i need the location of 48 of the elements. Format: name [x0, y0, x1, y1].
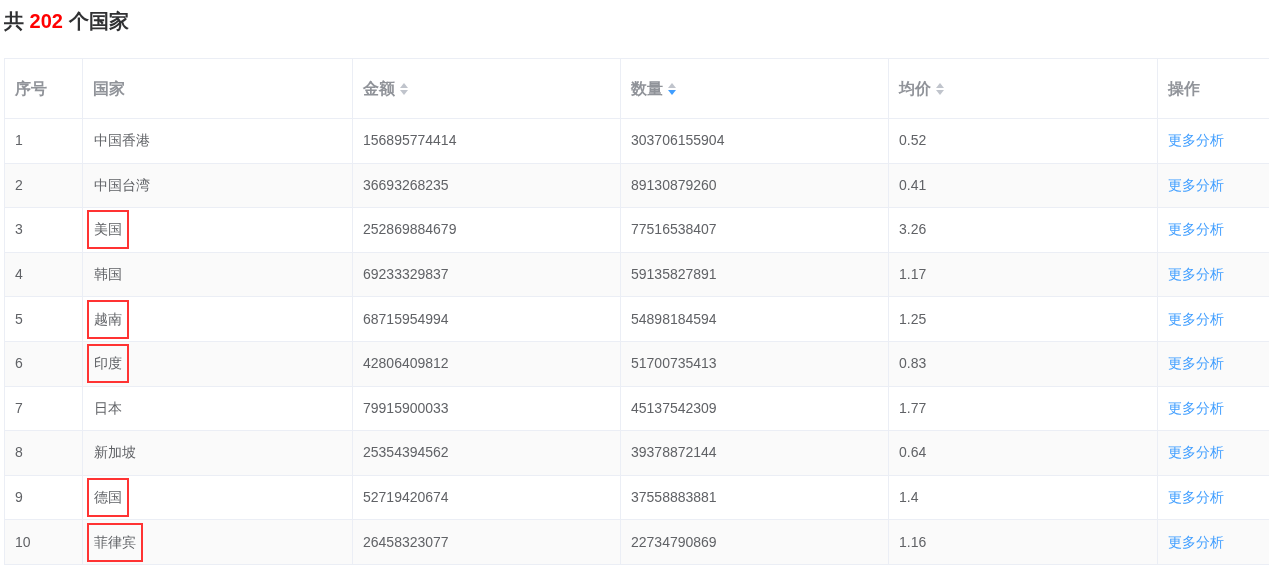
table-cell: 0.83 [889, 341, 1158, 387]
more-analysis-link[interactable]: 更多分析 [1168, 487, 1224, 509]
more-analysis-link[interactable]: 更多分析 [1168, 531, 1224, 553]
page-title: 共 202 个国家 [4, 9, 130, 34]
table-cell: 8 [5, 431, 83, 476]
table-cell: 26458323077 [353, 520, 621, 565]
more-analysis-link[interactable]: 更多分析 [1168, 442, 1224, 464]
more-analysis-link[interactable]: 更多分析 [1168, 174, 1224, 196]
table-cell: 25354394562 [353, 431, 621, 476]
table-cell-text: 新加坡 [93, 443, 137, 463]
table-cell: 印度 [87, 344, 129, 384]
table-cell-text: 韩国 [93, 265, 123, 285]
table-cell: 3 [5, 208, 83, 253]
sort-icon[interactable] [667, 81, 677, 96]
table-cell: 51700735413 [621, 341, 889, 387]
table-cell: 6 [5, 341, 83, 387]
table-cell: 54898184594 [621, 297, 889, 342]
table-cell-text: 日本 [93, 398, 123, 418]
table-cell: 42806409812 [353, 341, 621, 387]
sort-icon[interactable] [935, 81, 945, 96]
table-cell: 10 [5, 520, 83, 565]
table-cell: 德国 [87, 478, 129, 518]
sort-icon[interactable] [399, 81, 409, 96]
table-cell: 美国 [87, 210, 129, 250]
table-cell: 39378872144 [621, 431, 889, 476]
table-cell: 1.16 [889, 520, 1158, 565]
table-cell: 3.26 [889, 208, 1158, 253]
table-cell: 252869884679 [353, 208, 621, 253]
table-cell: 77516538407 [621, 208, 889, 253]
table-cell: 5 [5, 297, 83, 342]
more-analysis-link[interactable]: 更多分析 [1168, 219, 1224, 241]
table-cell: 0.52 [889, 119, 1158, 164]
more-analysis-link[interactable]: 更多分析 [1168, 353, 1224, 375]
more-analysis-link[interactable]: 更多分析 [1168, 397, 1224, 419]
table-cell-text: 中国香港 [93, 131, 151, 151]
more-analysis-link[interactable]: 更多分析 [1168, 130, 1224, 152]
table-cell: 1.25 [889, 297, 1158, 342]
table-cell: 1 [5, 119, 83, 164]
table-cell-text: 中国台湾 [93, 175, 151, 195]
table-cell: 0.64 [889, 431, 1158, 476]
more-analysis-link[interactable]: 更多分析 [1168, 308, 1224, 330]
table-cell: 156895774414 [353, 119, 621, 164]
table-cell: 越南 [87, 299, 129, 339]
table-cell: 菲律宾 [87, 522, 143, 562]
table-cell: 22734790869 [621, 520, 889, 565]
more-analysis-link[interactable]: 更多分析 [1168, 264, 1224, 286]
table-cell: 68715954994 [353, 297, 621, 342]
table-cell: 303706155904 [621, 119, 889, 164]
